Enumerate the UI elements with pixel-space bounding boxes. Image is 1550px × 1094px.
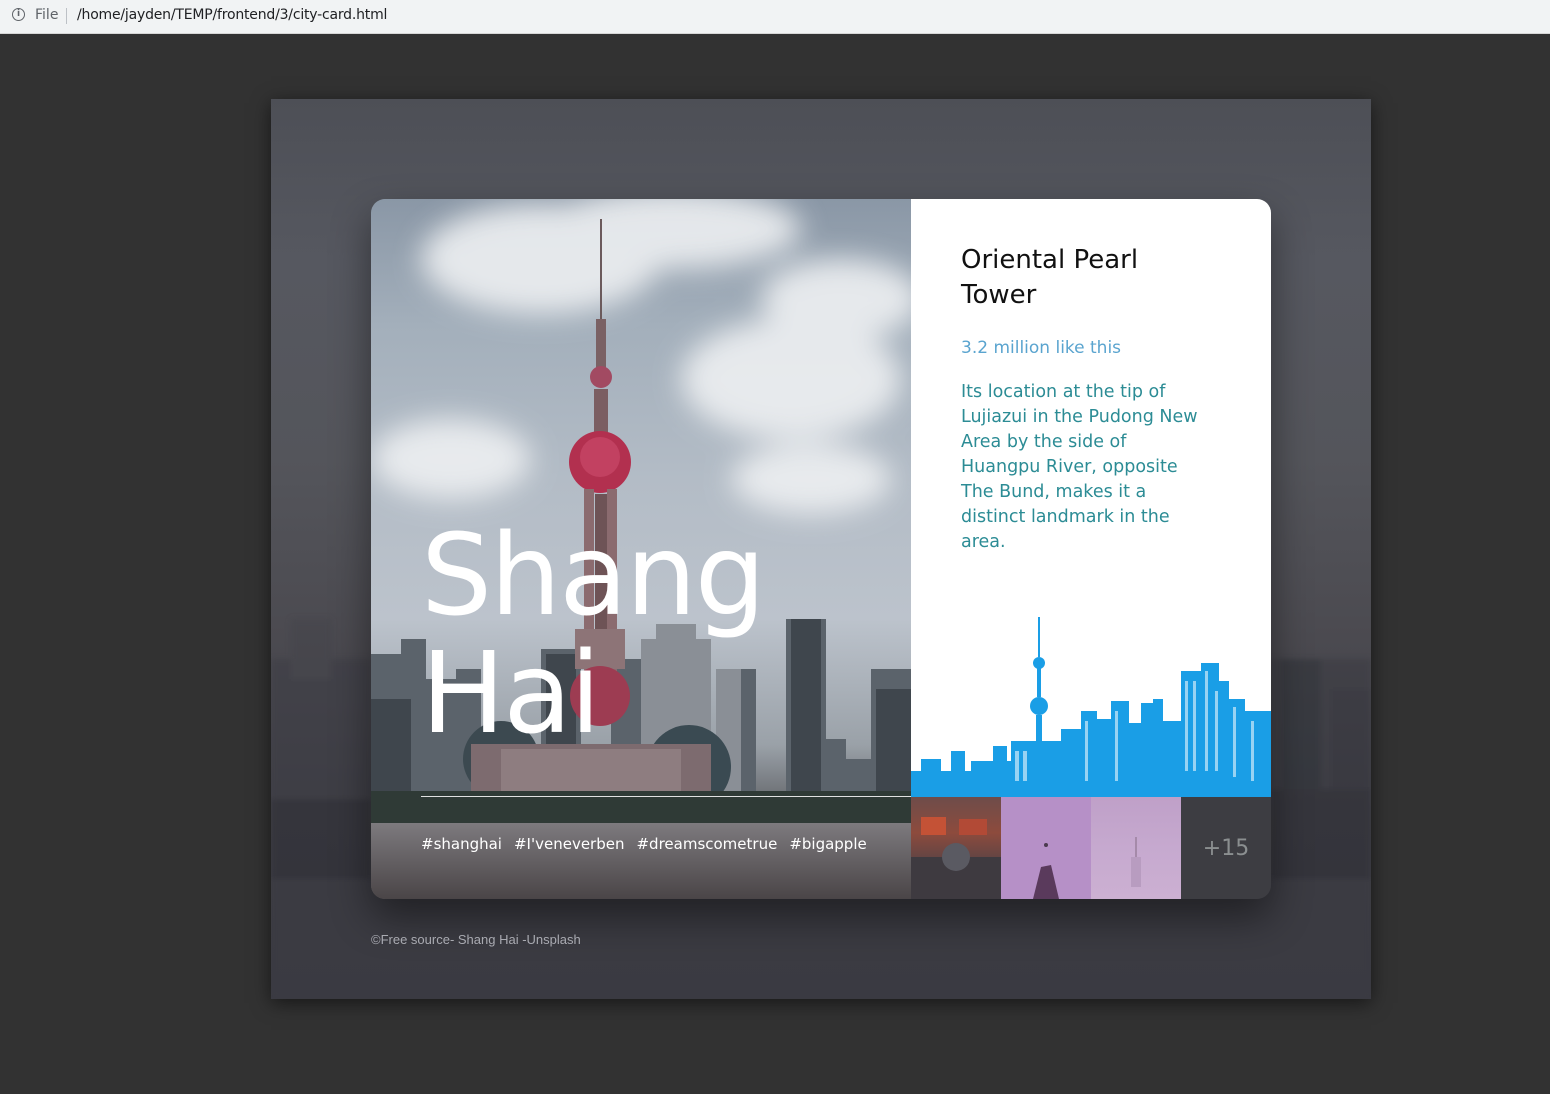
photo-credit: ©Free source- Shang Hai -Unsplash (371, 932, 581, 947)
more-photos-button[interactable]: +15 (1181, 797, 1271, 899)
shanghai-photo: Shang Hai #shanghai #I'veneverben #dream… (371, 199, 911, 899)
skyline-illustration (911, 617, 1271, 797)
gallery-thumbnail[interactable] (1001, 797, 1091, 899)
gallery-thumbnail[interactable] (911, 797, 1001, 899)
browser-address-bar: i File /home/jayden/TEMP/frontend/3/city… (0, 0, 1550, 34)
hashtag-list: #shanghai #I'veneverben #dreamscometrue … (421, 835, 867, 853)
thumbnail-misty-tower-image (1131, 837, 1141, 887)
city-name-heading: Shang Hai (421, 511, 766, 759)
hashtag-item[interactable]: #shanghai (421, 835, 502, 853)
address-separator (66, 8, 67, 24)
landmark-title: Oriental Pearl Tower (961, 245, 1139, 310)
hashtag-item[interactable]: #I'veneverben (514, 835, 625, 853)
landmark-info-panel: Oriental Pearl Tower 3.2 million like th… (911, 199, 1271, 797)
likes-count: 3.2 million like this (961, 338, 1122, 358)
landmark-description: Its location at the tip of Lujiazui in t… (961, 382, 1198, 552)
thumbnail-purple-image (1033, 843, 1059, 899)
gallery-thumbnails: +15 (911, 797, 1271, 899)
hashtag-item[interactable]: #bigapple (789, 835, 866, 853)
hashtag-item[interactable]: #dreamscometrue (636, 835, 777, 853)
page-frame: Shang Hai #shanghai #I'veneverben #dream… (271, 99, 1371, 999)
url-text[interactable]: /home/jayden/TEMP/frontend/3/city-card.h… (77, 7, 387, 23)
thumbnail-street-image (911, 817, 1001, 899)
photo-divider (421, 796, 911, 797)
info-icon[interactable]: i (12, 8, 25, 21)
city-card: Shang Hai #shanghai #I'veneverben #dream… (371, 199, 1271, 899)
url-scheme-label: File (35, 7, 59, 23)
gallery-thumbnail[interactable] (1091, 797, 1181, 899)
